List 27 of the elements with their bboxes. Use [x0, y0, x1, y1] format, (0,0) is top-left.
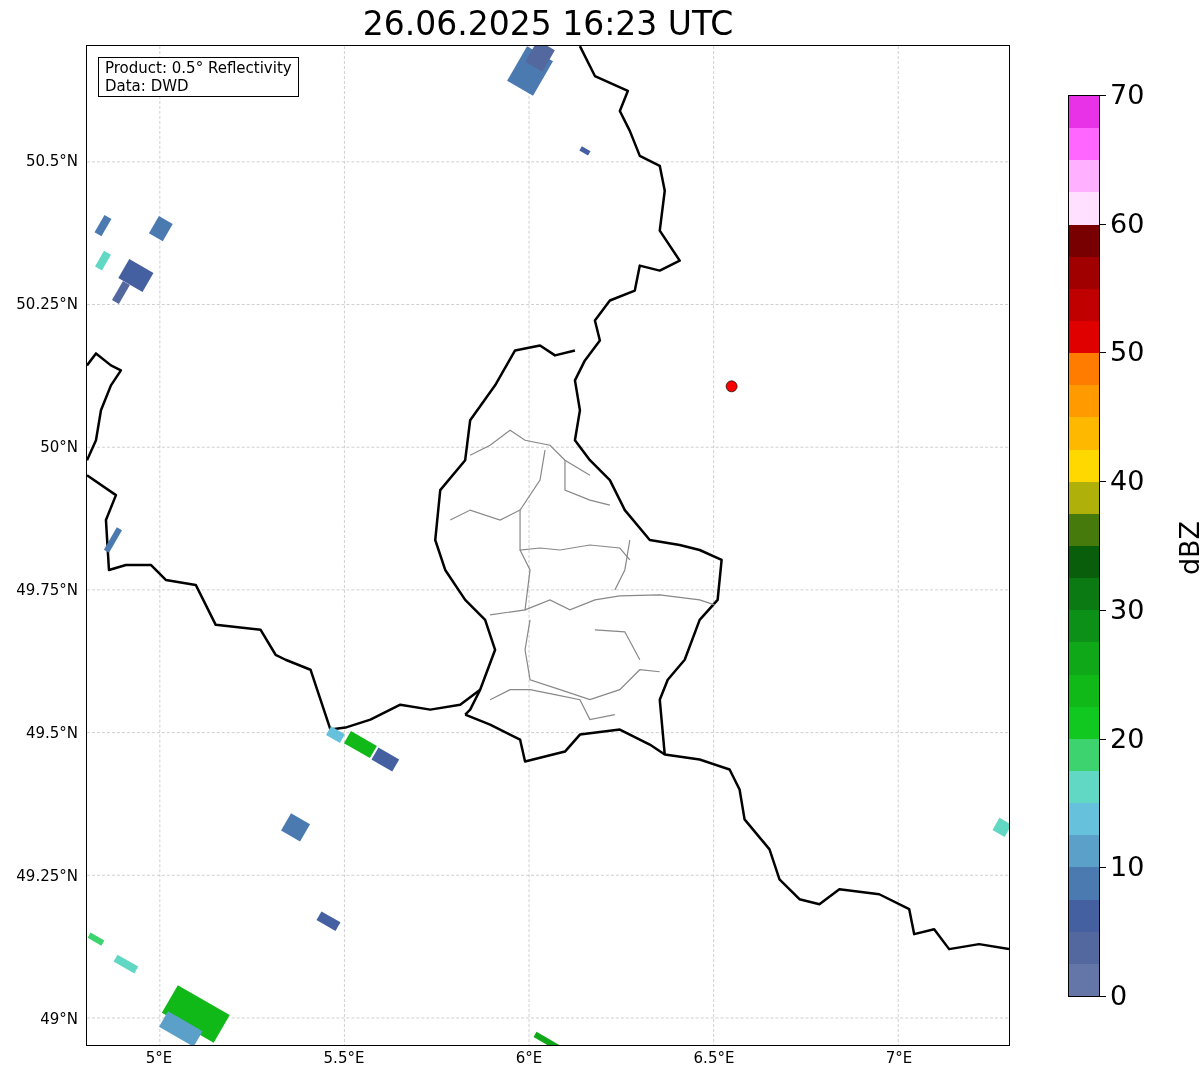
longitude-label: 7°E	[884, 1049, 914, 1067]
location-marker	[725, 380, 738, 393]
colorbar-tick-label: 20	[1110, 723, 1145, 754]
radar-echo	[87, 932, 105, 946]
radar-echo	[579, 146, 591, 156]
colorbar-tick-label: 70	[1110, 80, 1145, 110]
colorbar-tick-label: 0	[1110, 981, 1128, 1011]
legend-text: Product: 0.5° Reflectivity	[105, 59, 292, 77]
latitude-label: 50.25°N	[16, 295, 78, 313]
latitude-label: 49.25°N	[16, 867, 78, 885]
latitude-label: 49.75°N	[16, 581, 78, 599]
latitude-label: 49.5°N	[25, 724, 78, 742]
colorbar-tick-label: 30	[1110, 594, 1145, 625]
latitude-label: 50.5°N	[25, 152, 78, 170]
colorbar-label: dBZ	[1175, 520, 1202, 576]
colorbar-tick-label: 40	[1110, 466, 1145, 497]
latitude-label: 49°N	[40, 1010, 78, 1028]
latitude-label: 50°N	[40, 438, 78, 456]
chart-title: 26.06.2025 16:23 UTC	[361, 4, 735, 44]
longitude-label: 5°E	[144, 1049, 174, 1067]
longitude-label: 6°E	[514, 1049, 544, 1067]
colorbar-tick-label: 50	[1110, 337, 1145, 368]
longitude-label: 5.5°E	[322, 1049, 366, 1067]
longitude-label: 6.5°E	[692, 1049, 736, 1067]
legend-text: Data: DWD	[105, 77, 190, 95]
colorbar-tick-label: 10	[1110, 852, 1145, 883]
colorbar-tick-label: 60	[1110, 208, 1145, 239]
